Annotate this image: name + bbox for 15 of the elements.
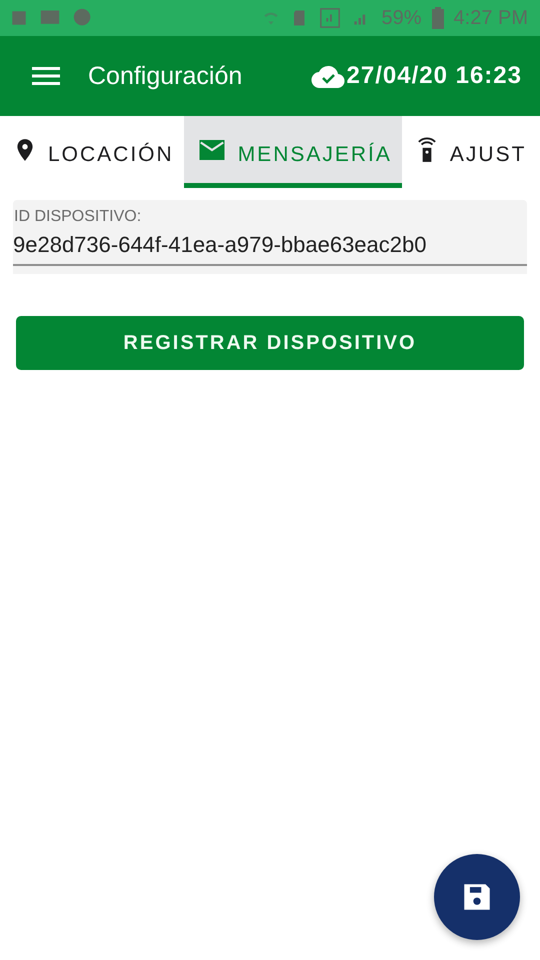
clock: 4:27 PM: [454, 6, 528, 30]
cloud-check-icon: [310, 63, 345, 89]
tab[interactable]: MENSAJERÍA: [184, 116, 402, 188]
sync-time: 27/04/20 16:23: [346, 62, 522, 90]
menu-icon: [32, 64, 60, 88]
tab[interactable]: LOCACIÓN: [0, 116, 184, 188]
save-button[interactable]: [434, 854, 520, 940]
signal-box-icon: [319, 7, 342, 29]
battery-icon: [432, 7, 444, 29]
device-id-field[interactable]: ID DISPOSITIVO: 9e28d736-644f-41ea-a979-bbae63eac2b0: [13, 200, 527, 274]
app-title: Configuración: [88, 62, 244, 90]
field-label: ID DISPOSITIVO:: [13, 208, 142, 226]
register-button[interactable]: REGISTRAR DISPOSITIVO: [16, 316, 524, 370]
battery-level: 59%: [381, 6, 422, 30]
tab[interactable]: AJUST: [402, 116, 536, 188]
